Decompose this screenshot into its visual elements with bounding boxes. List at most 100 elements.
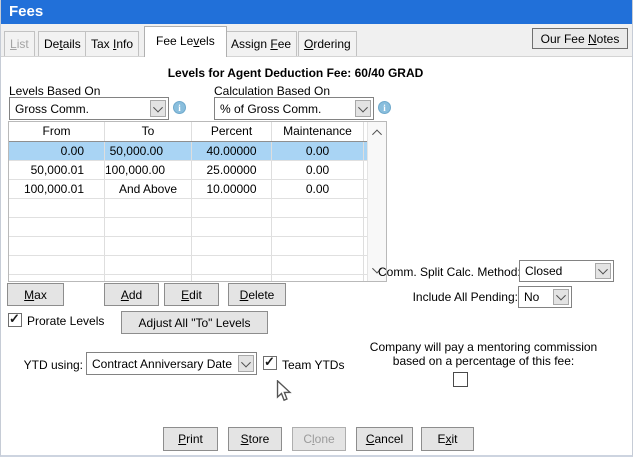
- cell-percent: 10.00000: [192, 180, 272, 198]
- include-all-pending-label: Include All Pending:: [412, 290, 518, 304]
- chevron-down-icon: [153, 102, 163, 113]
- calculation-based-on-label: Calculation Based On: [214, 84, 331, 98]
- tab-label: rdering: [313, 37, 351, 51]
- chevron-down-icon: [598, 264, 608, 275]
- team-ytds-label[interactable]: Team YTDs: [282, 358, 344, 372]
- tab-label: Assign: [231, 37, 271, 51]
- table-row[interactable]: 100,000.01 And Above 10.00000 0.00: [9, 180, 386, 199]
- page-title: Levels for Agent Deduction Fee: 60/40 GR…: [167, 66, 424, 80]
- tab-ordering[interactable]: Ordering: [298, 31, 357, 56]
- cell-to: 50,000.00: [105, 142, 192, 160]
- combo-dropdown-button[interactable]: [595, 263, 611, 279]
- ytd-using-label: YTD using:: [23, 358, 83, 372]
- cell-to: And Above: [105, 180, 192, 198]
- fees-window: Fees List Details Tax Info Fee Levels As…: [0, 0, 633, 457]
- combo-dropdown-button[interactable]: [150, 100, 166, 117]
- tab-label: O: [304, 37, 314, 51]
- tab-tax-info[interactable]: Tax Info: [85, 31, 140, 56]
- our-fee-notes-button[interactable]: Our Fee Notes: [532, 28, 628, 49]
- table-row-empty[interactable]: [9, 218, 386, 237]
- tab-assign-fee[interactable]: Assign Fee: [225, 31, 298, 56]
- prorate-levels-checkbox[interactable]: ✓: [8, 311, 22, 327]
- print-button[interactable]: Print: [163, 427, 218, 451]
- comm-split-method-label: Comm. Split Calc. Method:: [378, 265, 521, 279]
- button-label: Delete: [239, 287, 275, 302]
- vertical-scrollbar[interactable]: [367, 122, 386, 281]
- button-label: Max: [24, 287, 47, 302]
- cancel-button[interactable]: Cancel: [356, 427, 413, 451]
- scroll-up-icon[interactable]: [370, 126, 384, 140]
- button-label: Print: [178, 432, 203, 446]
- tab-details[interactable]: Details: [38, 31, 87, 56]
- selected-value: Closed: [525, 264, 563, 278]
- selected-value: % of Gross Comm.: [220, 101, 322, 116]
- button-label: Adjust All "To" Levels: [138, 315, 251, 330]
- ytd-using-select[interactable]: Contract Anniversary Date: [86, 352, 257, 375]
- tab-label: els: [199, 34, 215, 48]
- table-row[interactable]: 50,000.01 100,000.00 25.00000 0.00: [9, 161, 386, 180]
- button-label: Add: [120, 287, 143, 302]
- info-icon[interactable]: i: [378, 101, 391, 114]
- max-button[interactable]: Max: [7, 283, 64, 306]
- column-header-from: From: [9, 122, 105, 141]
- table-row-empty[interactable]: [9, 237, 386, 256]
- cell-percent: 25.00000: [192, 161, 272, 179]
- table-row-empty[interactable]: [9, 275, 386, 281]
- delete-button[interactable]: Delete: [228, 283, 286, 306]
- add-button[interactable]: Add: [104, 283, 159, 306]
- chevron-down-icon: [241, 357, 251, 368]
- selected-value: Gross Comm.: [15, 101, 90, 116]
- prorate-levels-label[interactable]: Prorate Levels: [27, 314, 104, 328]
- cell-percent: 40.00000: [192, 142, 272, 160]
- store-button[interactable]: Store: [228, 427, 282, 451]
- info-icon[interactable]: i: [173, 101, 186, 114]
- combo-dropdown-button[interactable]: [238, 355, 254, 372]
- levels-based-on-label: Levels Based On: [9, 84, 101, 98]
- table-row-empty[interactable]: [9, 199, 386, 218]
- checkmark-icon: ✓: [264, 354, 275, 369]
- button-label: Our Fee Notes: [540, 31, 620, 46]
- clone-button: Clone: [292, 427, 346, 451]
- button-label: Cancel: [365, 432, 404, 446]
- tab-label: ails: [62, 37, 81, 51]
- combo-dropdown-button[interactable]: [355, 100, 371, 117]
- tab-label: F: [270, 37, 278, 51]
- window-titlebar[interactable]: Fees: [1, 0, 632, 24]
- adjust-all-to-levels-button[interactable]: Adjust All "To" Levels: [121, 311, 268, 334]
- cell-maintenance: 0.00: [272, 180, 364, 198]
- button-label: Store: [240, 432, 270, 446]
- team-ytds-checkbox[interactable]: ✓: [263, 354, 277, 370]
- mouse-cursor: [276, 380, 292, 402]
- cell-from: 100,000.01: [9, 180, 105, 198]
- table-row[interactable]: 0.00 50,000.00 40.00000 0.00: [9, 142, 386, 161]
- tab-label: De: [44, 37, 60, 51]
- levels-based-on-select[interactable]: Gross Comm.: [9, 97, 169, 120]
- button-label: Edit: [181, 287, 202, 302]
- selected-value: Contract Anniversary Date: [92, 356, 233, 371]
- tab-list[interactable]: List: [4, 31, 35, 56]
- cell-from: 50,000.01: [9, 161, 105, 179]
- table-header-row: From To Percent Maintenance: [9, 122, 386, 142]
- exit-button[interactable]: Exit: [421, 427, 474, 451]
- tab-label: nfo: [116, 37, 134, 51]
- edit-button[interactable]: Edit: [164, 283, 219, 306]
- mentoring-commission-checkbox[interactable]: [453, 372, 468, 387]
- tab-label: Tax: [91, 37, 114, 51]
- fee-levels-table: From To Percent Maintenance 0.00 50,000.…: [8, 121, 387, 282]
- tab-fee-levels[interactable]: Fee Levels: [144, 26, 227, 57]
- checkmark-icon: ✓: [9, 311, 20, 326]
- cell-to: 100,000.00: [105, 161, 192, 179]
- combo-dropdown-button[interactable]: [553, 289, 569, 305]
- tab-label: ee: [277, 37, 292, 51]
- cell-maintenance: 0.00: [272, 142, 364, 160]
- tab-label: Fee Le: [156, 34, 194, 48]
- tab-label: ist: [16, 37, 29, 51]
- calculation-based-on-select[interactable]: % of Gross Comm.: [214, 97, 374, 120]
- cell-maintenance: 0.00: [272, 161, 364, 179]
- button-label: Exit: [437, 432, 458, 446]
- comm-split-method-select[interactable]: Closed: [519, 260, 614, 282]
- include-all-pending-select[interactable]: No: [518, 286, 572, 308]
- table-row-empty[interactable]: [9, 256, 386, 275]
- column-header-percent: Percent: [192, 122, 272, 141]
- column-header-maintenance: Maintenance: [272, 122, 364, 141]
